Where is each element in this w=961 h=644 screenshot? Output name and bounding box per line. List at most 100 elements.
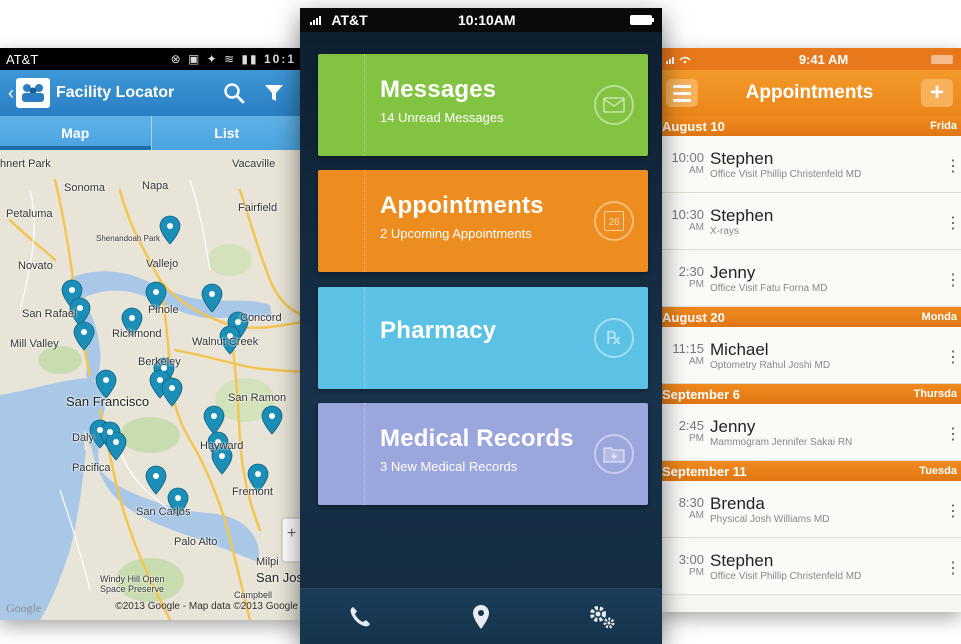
- appointment-row[interactable]: 3:00 PM Stephen Office Visit Phillip Chris…: [658, 538, 961, 595]
- appt-ampm: PM: [689, 433, 704, 444]
- more-options-icon[interactable]: ⋮: [945, 213, 961, 233]
- appt-time: 10:30: [671, 207, 704, 222]
- map-place-label: Pacifica: [72, 462, 111, 474]
- more-options-icon[interactable]: ⋮: [945, 270, 961, 290]
- appt-time: 3:00: [678, 552, 704, 567]
- appt-ampm: AM: [689, 222, 704, 233]
- google-logo: Google: [6, 601, 42, 615]
- appointment-row[interactable]: 10:00 AM Stephen Office Visit Phillip Chri…: [658, 136, 961, 193]
- map-place-label: Novato: [18, 260, 53, 272]
- day-date: September 6: [662, 386, 741, 402]
- status-time: 9:41 AM: [798, 51, 849, 67]
- map-list-tabs: Map List: [0, 116, 302, 150]
- appointments-app-bar: Appointments +: [658, 70, 961, 116]
- tab-map[interactable]: Map: [0, 116, 151, 150]
- more-options-icon[interactable]: ⋮: [945, 558, 961, 578]
- android-status-bar: AT&T ⊗ ▣ ✦ ≋ ▮▮ 10:1: [0, 48, 302, 70]
- appt-ampm: PM: [689, 567, 704, 578]
- ios-status-bar: AT&T 10:10AM: [300, 8, 662, 32]
- zoom-control: +: [281, 517, 302, 563]
- day-weekday: Thursda: [913, 388, 957, 400]
- day-header: August 20 Monda: [658, 307, 961, 327]
- map-place-label: Napa: [142, 180, 169, 192]
- appt-time: 11:15: [672, 341, 704, 356]
- day-weekday: Monda: [921, 311, 957, 323]
- map-place-label: Richmond: [112, 328, 162, 340]
- map-place-label: Palo Alto: [174, 536, 218, 548]
- appointment-row[interactable]: 10:30 AM Stephen X-rays ⋮: [658, 193, 961, 250]
- appt-patient: Jenny: [710, 417, 756, 436]
- appt-detail: Office Visit Phillip Christenfeld MD: [710, 571, 862, 582]
- map-place-label: Sonoma: [64, 182, 105, 194]
- add-appointment-button[interactable]: +: [921, 79, 953, 107]
- day-date: August 10: [662, 118, 725, 134]
- appt-patient: Jenny: [710, 263, 756, 282]
- more-options-icon[interactable]: ⋮: [945, 424, 961, 444]
- map-place-label: hnert Park: [0, 158, 51, 170]
- appt-detail: Office Visit Fatu Forna MD: [710, 283, 828, 294]
- map-place-label: Windy Hill Open Space Preserve: [100, 574, 165, 594]
- carrier-text: AT&T: [331, 12, 368, 28]
- map-place-label: Shenandoah Park: [96, 234, 161, 243]
- back-chevron-icon[interactable]: ‹: [8, 83, 14, 104]
- map-place-label: San Carlos: [136, 506, 191, 518]
- map-place-label: Daly: [72, 432, 95, 444]
- status-time: 10:10AM: [458, 12, 516, 28]
- app-title: Appointments: [745, 82, 874, 103]
- appt-ampm: PM: [689, 279, 704, 290]
- folder-icon: [594, 434, 634, 474]
- phone-icon[interactable]: [330, 597, 390, 637]
- medical-records-tile[interactable]: Medical Records 3 New Medical Records: [318, 403, 648, 505]
- appt-detail: Office Visit Phillip Christenfeld MD: [710, 169, 862, 180]
- appointment-row[interactable]: 8:30 AM Brenda Physical Josh Williams MD ⋮: [658, 481, 961, 538]
- appointments-tile[interactable]: Appointments 2 Upcoming Appointments 26: [318, 170, 648, 272]
- carrier-label: AT&T: [310, 12, 420, 28]
- filter-icon[interactable]: [254, 82, 294, 104]
- health-home-screen: AT&T 10:10AM Messages 14 Unread Messages…: [300, 8, 662, 644]
- pharmacy-tile[interactable]: Pharmacy ℞: [318, 287, 648, 389]
- day-header: August 10 Frida: [658, 116, 961, 136]
- bottom-tab-bar: [300, 588, 662, 644]
- map-footer: Google ©2013 Google - Map data ©2013 Goo…: [6, 601, 298, 616]
- more-options-icon[interactable]: ⋮: [945, 347, 961, 367]
- map-place-label: Vacaville: [232, 158, 276, 170]
- day-date: September 11: [662, 463, 747, 479]
- more-options-icon[interactable]: ⋮: [945, 156, 961, 176]
- map-place-label: Fairfield: [238, 202, 278, 214]
- map-place-label: Berkeley: [138, 356, 181, 368]
- map-place-label: San Rafael: [22, 308, 77, 320]
- day-header: September 6 Thursda: [658, 384, 961, 404]
- appointments-screen: 9:41 AM Appointments + August 10 Frida 1…: [658, 48, 961, 612]
- messages-tile[interactable]: Messages 14 Unread Messages: [318, 54, 648, 156]
- bay-area-map[interactable]: + hnert Park Sonoma Napa Vacaville Petal…: [0, 150, 302, 620]
- appt-time: 8:30: [678, 495, 704, 510]
- appt-detail: Physical Josh Williams MD: [710, 514, 830, 525]
- map-copyright: ©2013 Google - Map data ©2013 Google: [115, 601, 298, 612]
- map-place-label: Hayward: [200, 440, 244, 452]
- appt-patient: Brenda: [710, 494, 765, 513]
- appointment-row[interactable]: 11:15 AM Michael Optometry Rahul Joshi MD …: [658, 327, 961, 384]
- carrier-label: AT&T: [6, 51, 39, 67]
- tab-list[interactable]: List: [150, 116, 303, 150]
- map-place-label: Fremont: [232, 486, 273, 498]
- svg-text:+: +: [287, 525, 296, 542]
- appt-detail: Optometry Rahul Joshi MD: [710, 360, 831, 371]
- more-options-icon[interactable]: ⋮: [945, 501, 961, 521]
- facility-locator-app-bar: ‹ Facility Locator: [0, 70, 302, 116]
- settings-gears-icon[interactable]: [572, 597, 632, 637]
- search-icon[interactable]: [214, 82, 254, 104]
- envelope-icon: [594, 85, 634, 125]
- map-place-label: San Jos: [256, 570, 302, 585]
- menu-icon[interactable]: [666, 79, 698, 107]
- signal-bars-icon: [310, 16, 321, 25]
- calendar-icon: 26: [594, 201, 634, 241]
- location-pin-icon[interactable]: [451, 597, 511, 637]
- appointment-row[interactable]: 2:30 PM Jenny Office Visit Fatu Forna MD ⋮: [658, 250, 961, 307]
- appointment-row[interactable]: 2:45 PM Jenny Mammogram Jennifer Sakai RN …: [658, 404, 961, 461]
- appt-time: 10:00: [671, 150, 704, 165]
- appt-patient: Michael: [710, 340, 769, 359]
- appt-detail: X-rays: [710, 226, 739, 237]
- map-place-label: Concord: [240, 312, 282, 324]
- appt-ampm: AM: [689, 165, 704, 176]
- day-date: August 20: [662, 309, 725, 325]
